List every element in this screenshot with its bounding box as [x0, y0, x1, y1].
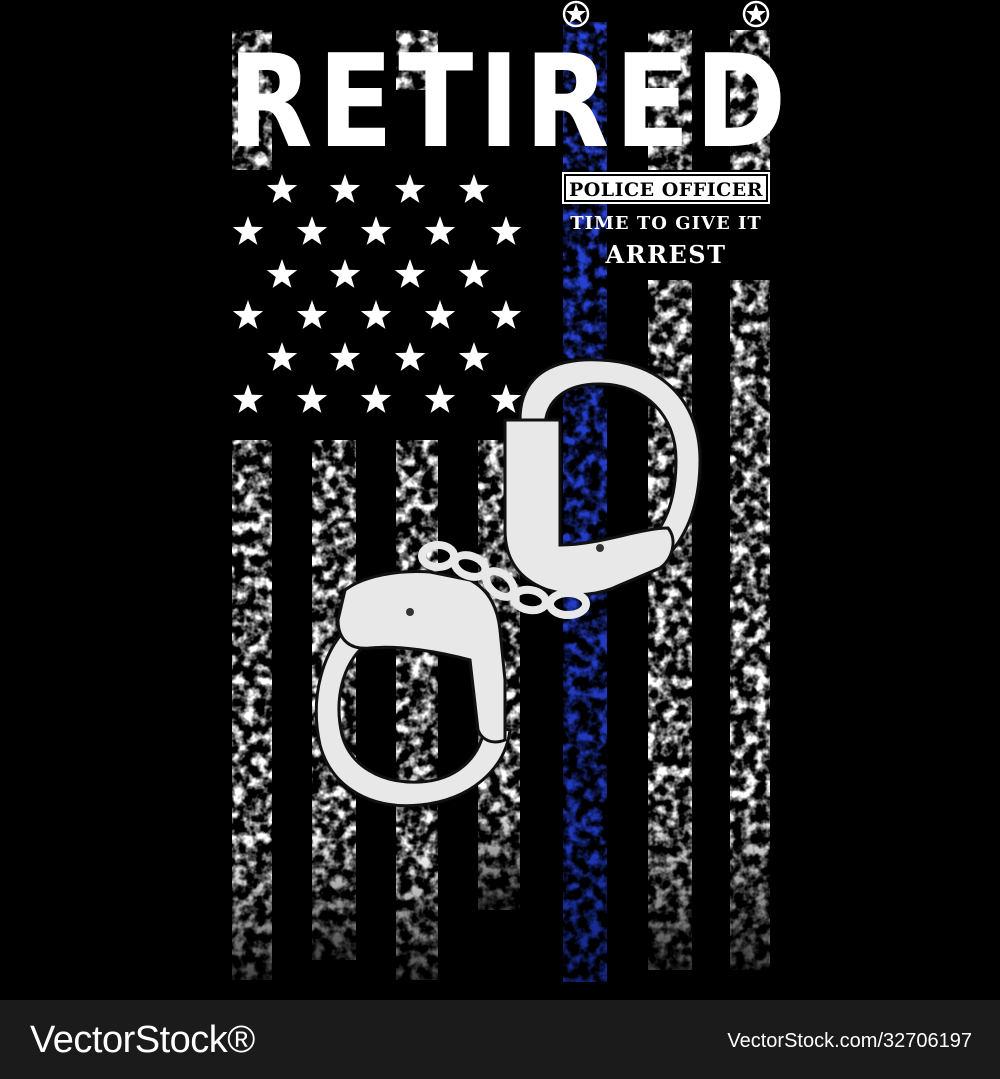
chain-link: [510, 585, 550, 615]
star-icon: [424, 216, 456, 245]
headline-retired: RETIRED: [228, 28, 792, 177]
star-icon: [360, 300, 392, 329]
star-icon: [232, 384, 264, 413]
star-icon: [266, 174, 298, 203]
watermark-url: VectorStock.com/32706197: [727, 1030, 972, 1052]
star-icon: [394, 174, 426, 203]
watermark-bar: VectorStock® VectorStock.com/32706197: [0, 1000, 1000, 1079]
stripe: [232, 440, 272, 980]
star-icon: [266, 259, 298, 288]
star-icon: [458, 259, 490, 288]
star-icon: [360, 384, 392, 413]
star-icon: [394, 259, 426, 288]
artwork: RETIRED POLICE OFFICER TIME TO GIVE IT A…: [0, 0, 1000, 1000]
keyhole: [596, 544, 604, 552]
star-icon: [490, 384, 522, 413]
star-icon: [232, 216, 264, 245]
star-icon: [424, 300, 456, 329]
handcuffs-icon: [314, 358, 702, 808]
circle-star-icon: [742, 0, 770, 28]
watermark-logo-text: VectorStock®: [30, 1019, 255, 1061]
star-icon: [490, 300, 522, 329]
star-icon: [329, 342, 361, 371]
stripe: [730, 280, 770, 970]
star-icon: [296, 384, 328, 413]
star-icon: [424, 384, 456, 413]
tagline-line2: ARREST: [605, 240, 727, 269]
tagline-line1: TIME TO GIVE IT: [570, 213, 762, 234]
star-icon: [296, 300, 328, 329]
star-icon: [296, 216, 328, 245]
star-icon: [329, 259, 361, 288]
star-icon: [360, 216, 392, 245]
circle-star-icon: [562, 0, 590, 28]
keyhole: [406, 608, 414, 616]
star-icon: [394, 342, 426, 371]
star-field: [232, 174, 522, 413]
star-icon: [266, 342, 298, 371]
star-icon: [458, 342, 490, 371]
star-icon: [490, 216, 522, 245]
star-icon: [458, 174, 490, 203]
star-icon: [232, 300, 264, 329]
stripe: [396, 440, 438, 980]
badge-police-officer: POLICE OFFICER: [562, 172, 770, 204]
star-icon: [329, 174, 361, 203]
